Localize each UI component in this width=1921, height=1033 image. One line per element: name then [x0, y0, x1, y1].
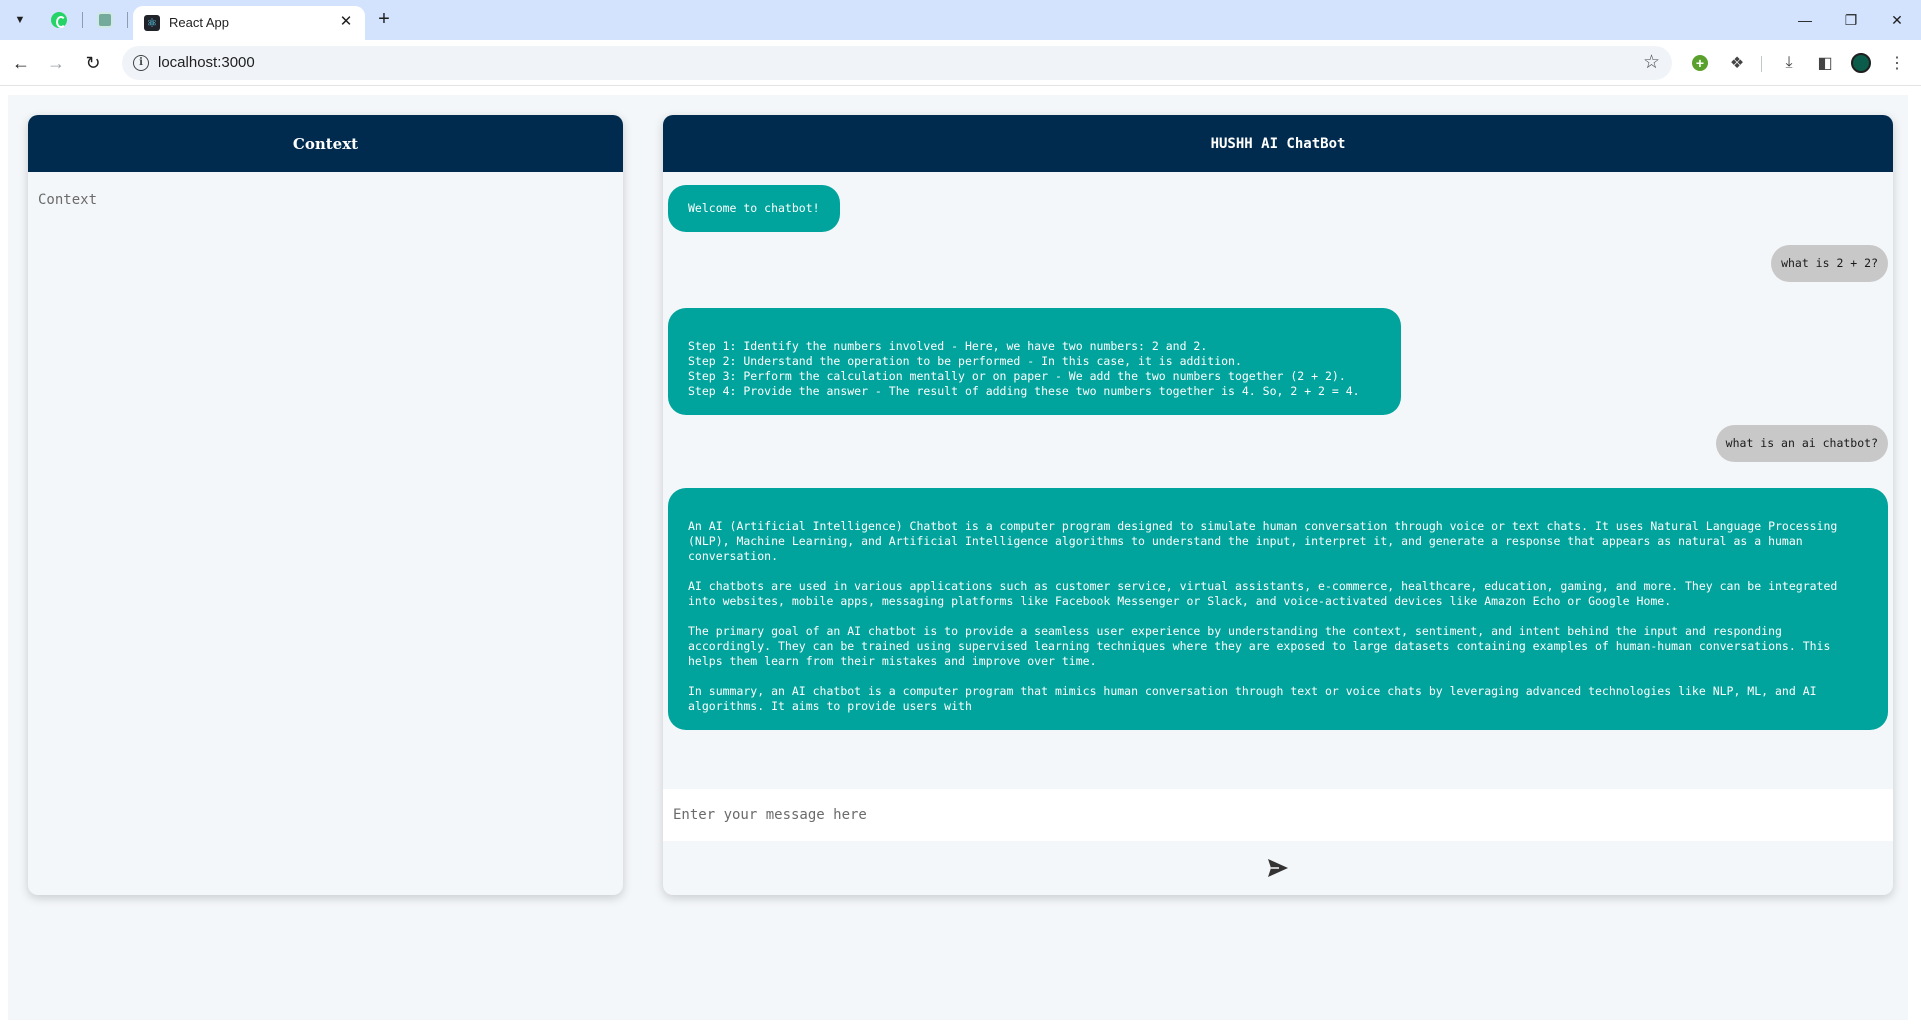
react-favicon-icon: ⚛: [144, 15, 160, 31]
message-input-row: [663, 789, 1893, 841]
url-text: localhost:3000: [158, 54, 255, 71]
extensions-puzzle-icon[interactable]: ❖: [1724, 50, 1750, 76]
extension-green-icon[interactable]: +: [1687, 50, 1713, 76]
bot-message: An AI (Artificial Intelligence) Chatbot …: [668, 488, 1888, 730]
reload-icon[interactable]: ↻: [80, 50, 106, 76]
bot-message: Step 1: Identify the numbers involved - …: [668, 308, 1401, 415]
user-message: what is an ai chatbot?: [1715, 425, 1888, 462]
context-panel-header: Context: [28, 115, 623, 172]
message-input[interactable]: [663, 789, 1893, 841]
bot-message: Welcome to chatbot!: [668, 185, 840, 232]
browser-tab-strip: ▼ ⚛ React App ✕ + — ❐ ✕: [0, 0, 1921, 40]
user-message: what is 2 + 2?: [1771, 245, 1888, 282]
restore-window-icon[interactable]: ❐: [1836, 8, 1866, 32]
send-icon: [1268, 859, 1288, 877]
menu-kebab-icon[interactable]: ⋮: [1884, 50, 1910, 76]
star-icon[interactable]: ☆: [1643, 51, 1660, 74]
whatsapp-icon: [51, 12, 67, 28]
side-panel-icon[interactable]: ◧: [1812, 50, 1838, 76]
context-textarea[interactable]: [28, 172, 623, 895]
tab-close-icon[interactable]: ✕: [337, 13, 355, 31]
close-window-icon[interactable]: ✕: [1882, 8, 1912, 32]
tab-search-chevron-icon[interactable]: ▼: [8, 8, 32, 32]
chatgpt-icon: [97, 12, 113, 28]
new-tab-button[interactable]: +: [373, 9, 395, 31]
scrollbar-gutter: [1908, 87, 1921, 1033]
app-container: Context HUSHH AI ChatBot Welcome to chat…: [8, 95, 1908, 1020]
profile-avatar[interactable]: [1848, 50, 1874, 76]
download-icon[interactable]: ⤓: [1776, 50, 1802, 76]
pinned-tab-chatgpt[interactable]: [93, 8, 117, 32]
tab-title: React App: [169, 15, 229, 30]
browser-toolbar: ← → ↻ i localhost:3000 ☆ + ❖ ⤓ ◧ ⋮: [0, 40, 1921, 86]
back-arrow-icon[interactable]: ←: [8, 50, 34, 76]
message-list: Welcome to chatbot! what is 2 + 2? Step …: [663, 172, 1893, 789]
send-button[interactable]: [1265, 855, 1291, 881]
page-viewport: Context HUSHH AI ChatBot Welcome to chat…: [0, 87, 1921, 1033]
minimize-window-icon[interactable]: —: [1790, 8, 1820, 32]
toolbar-separator: [1761, 56, 1762, 72]
tab-separator: [127, 12, 128, 28]
active-tab[interactable]: ⚛ React App ✕: [133, 6, 365, 40]
context-panel: Context: [28, 115, 623, 895]
chat-panel-header: HUSHH AI ChatBot: [663, 115, 1893, 172]
site-info-icon[interactable]: i: [133, 55, 149, 71]
address-bar[interactable]: i localhost:3000 ☆: [122, 46, 1672, 80]
chat-panel: HUSHH AI ChatBot Welcome to chatbot! wha…: [663, 115, 1893, 895]
forward-arrow-icon[interactable]: →: [43, 50, 69, 76]
tab-separator: [82, 12, 83, 28]
pinned-tab-whatsapp[interactable]: [47, 8, 71, 32]
